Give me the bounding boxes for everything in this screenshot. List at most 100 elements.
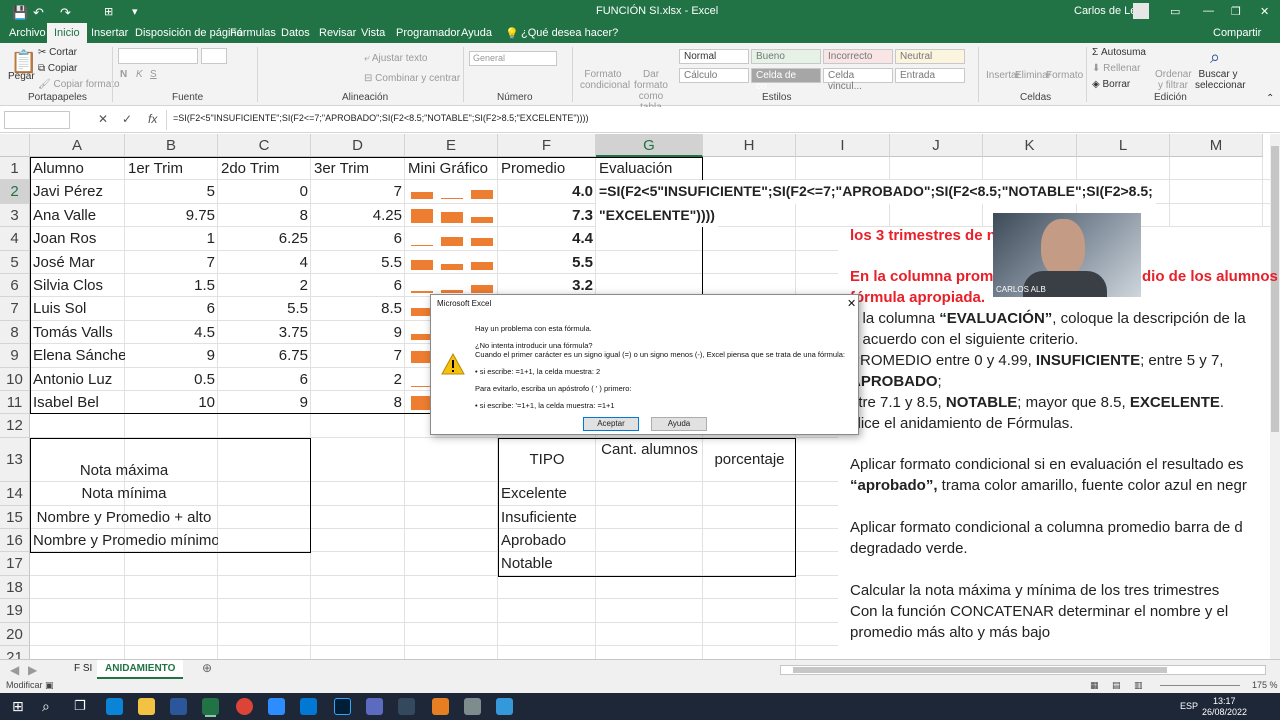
row-header[interactable]: 11 (0, 391, 30, 415)
trim3-value[interactable]: 7 (311, 180, 405, 203)
column-header[interactable]: G (596, 134, 703, 157)
app-icon[interactable] (398, 698, 415, 715)
merge-button[interactable]: ⊟ Combinar y centrar (364, 73, 460, 84)
student-name[interactable]: Tomás Valls (30, 321, 125, 344)
clear-button[interactable]: ◈ Borrar (1092, 79, 1130, 90)
add-sheet-icon[interactable]: ⊕ (202, 661, 212, 675)
number-format-select[interactable]: General (469, 51, 557, 66)
tab-disposicion[interactable]: Disposición de página (135, 27, 243, 39)
style-celda-comprobacion[interactable]: Celda de co... (751, 68, 821, 92)
photoshop-icon[interactable] (334, 698, 351, 715)
trim3-value[interactable]: 7 (311, 344, 405, 367)
trim3-value[interactable]: 8 (311, 391, 405, 414)
row-header[interactable]: 17 (0, 552, 30, 576)
dialog-close-icon[interactable]: ✕ (847, 297, 856, 310)
zoom-slider[interactable] (1160, 685, 1240, 686)
tipo-header[interactable]: TIPO (498, 438, 596, 482)
row-header[interactable]: 9 (0, 344, 30, 368)
row-header[interactable]: 6 (0, 274, 30, 298)
row-header[interactable]: 2 (0, 180, 30, 204)
header-cell[interactable]: Promedio (498, 157, 596, 180)
windows-start-icon[interactable]: ⊞ (12, 698, 24, 715)
student-name[interactable]: Antonio Luz (30, 368, 125, 391)
save-icon[interactable]: 💾 (12, 5, 28, 21)
trim2-value[interactable]: 4 (218, 251, 311, 274)
format-cells-button[interactable]: Formato (1046, 70, 1083, 81)
sheet-tab-anidamiento[interactable]: ANIDAMIENTO (97, 660, 184, 679)
tipo-item[interactable]: Excelente (498, 482, 596, 505)
student-name[interactable]: Javi Pérez (30, 180, 125, 203)
zoom-icon[interactable] (268, 698, 285, 715)
row-header[interactable]: 21 (0, 646, 30, 659)
conditional-format-button[interactable]: Formato condicional (580, 69, 630, 91)
column-header[interactable]: B (125, 134, 218, 157)
row-header[interactable]: 18 (0, 575, 30, 600)
minimize-icon[interactable]: — (1203, 5, 1214, 17)
header-cell[interactable]: Mini Gráfico (405, 157, 498, 180)
cut-button[interactable]: ✂ Cortar (38, 47, 77, 58)
style-bueno[interactable]: Bueno (751, 49, 821, 64)
header-cell[interactable]: Alumno (30, 157, 125, 180)
copy-button[interactable]: ⧉ Copiar (38, 63, 77, 74)
restore-icon[interactable]: ❐ (1231, 5, 1241, 18)
app-icon[interactable] (432, 698, 449, 715)
prev-sheet-icon[interactable]: ◀ (10, 663, 19, 677)
enter-icon[interactable]: ✓ (122, 112, 132, 126)
student-name[interactable]: Joan Ros (30, 227, 125, 250)
insert-function-icon[interactable]: fx (148, 112, 157, 126)
trim1-value[interactable]: 6 (125, 297, 218, 320)
average-value[interactable]: 5.5 (498, 251, 596, 274)
student-name[interactable]: Luis Sol (30, 297, 125, 320)
summary-label[interactable]: Nombre y Promedio + alto (30, 506, 218, 529)
student-name[interactable]: Silvia Clos (30, 274, 125, 297)
row-header[interactable]: 15 (0, 505, 30, 530)
column-header[interactable]: L (1077, 134, 1170, 157)
column-header[interactable]: J (890, 134, 983, 157)
trim1-value[interactable]: 0.5 (125, 368, 218, 391)
trim1-value[interactable]: 10 (125, 391, 218, 414)
row-header[interactable]: 16 (0, 529, 30, 553)
trim2-value[interactable]: 6.75 (218, 344, 311, 367)
summary-label[interactable]: Nota mínima (30, 482, 218, 505)
vertical-scrollbar[interactable] (1270, 134, 1280, 659)
zoom-level[interactable]: 175 % (1252, 680, 1278, 690)
trim2-value[interactable]: 6.25 (218, 227, 311, 250)
trim1-value[interactable]: 7 (125, 251, 218, 274)
tab-formulas[interactable]: Fórmulas (230, 27, 276, 39)
app-icon[interactable] (300, 698, 317, 715)
help-button[interactable]: Ayuda (651, 417, 707, 431)
tell-me-search[interactable]: ¿Qué desea hacer? (521, 27, 618, 39)
sheet-tab-fsi[interactable]: F SI (66, 662, 100, 675)
trim3-value[interactable]: 8.5 (311, 297, 405, 320)
clock-time[interactable]: 13:17 (1213, 696, 1236, 706)
row-header[interactable]: 7 (0, 297, 30, 321)
trim3-value[interactable]: 6 (311, 274, 405, 297)
row-header[interactable]: 19 (0, 599, 30, 623)
column-header[interactable]: I (796, 134, 890, 157)
row-header[interactable]: 8 (0, 320, 30, 345)
row-header[interactable]: 1 (0, 157, 30, 181)
vertical-scroll-thumb[interactable] (1271, 146, 1279, 432)
row-header[interactable]: 13 (0, 437, 30, 483)
row-header[interactable]: 4 (0, 227, 30, 251)
page-layout-icon[interactable]: ▤ (1112, 680, 1121, 691)
trim2-value[interactable]: 2 (218, 274, 311, 297)
cancel-icon[interactable]: ✕ (98, 112, 108, 126)
trim3-value[interactable]: 5.5 (311, 251, 405, 274)
bold-button[interactable]: N (120, 69, 127, 80)
cell-edit-formula-line1[interactable]: =SI(F2<5"INSUFICIENTE";SI(F2<=7;"APROBAD… (596, 180, 1156, 204)
tab-archivo[interactable]: Archivo (9, 27, 46, 39)
collapse-ribbon-icon[interactable]: ⌃ (1266, 93, 1274, 104)
cell-edit-formula-line2[interactable]: "EXCELENTE")))) (596, 203, 718, 228)
horizontal-scroll-thumb[interactable] (793, 667, 1167, 673)
edge-icon[interactable] (106, 698, 123, 715)
column-header[interactable]: D (311, 134, 405, 157)
column-header[interactable]: F (498, 134, 596, 157)
style-neutral[interactable]: Neutral (895, 49, 965, 64)
trim2-value[interactable]: 0 (218, 180, 311, 203)
italic-button[interactable]: K (136, 69, 143, 80)
header-cell[interactable]: 1er Trim (125, 157, 218, 180)
close-icon[interactable]: ✕ (1260, 5, 1269, 18)
row-header[interactable]: 20 (0, 622, 30, 647)
share-button[interactable]: Compartir (1213, 27, 1261, 39)
